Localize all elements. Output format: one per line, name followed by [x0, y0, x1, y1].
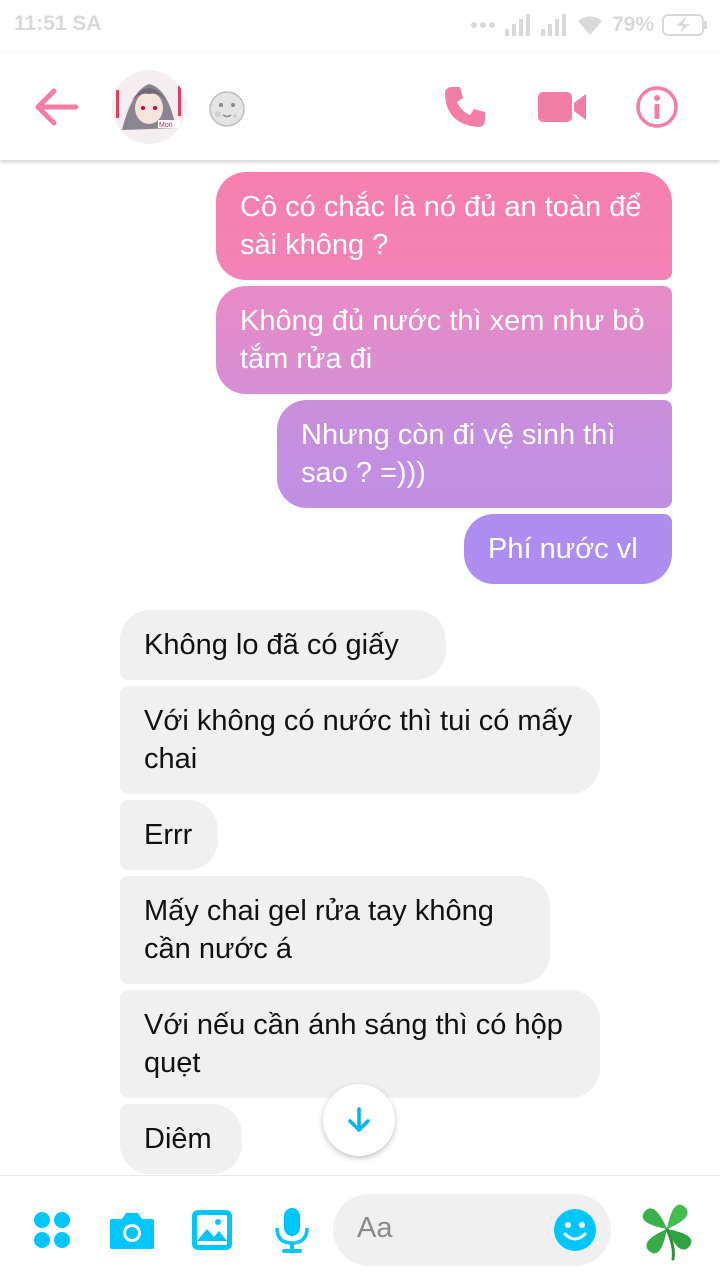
moon-emoji-icon [208, 90, 246, 128]
svg-text:Mon: Mon [159, 122, 173, 129]
message-outgoing[interactable]: Phí nước vl [464, 514, 672, 584]
arrow-left-icon [35, 88, 79, 126]
message-list[interactable]: Cô có chắc là nó đủ an toàn để sài không… [0, 160, 720, 1175]
emoji-button[interactable] [553, 1208, 597, 1252]
avatar[interactable]: Mon [112, 70, 186, 144]
microphone-icon [275, 1208, 309, 1253]
message-incoming[interactable]: Errr [120, 800, 218, 870]
phone-icon [445, 87, 485, 127]
battery-percent: 79% [611, 13, 654, 36]
status-bar: 11:51 SA 79% [0, 0, 720, 52]
composer-bar: Aa [0, 1175, 720, 1280]
message-outgoing[interactable]: Không đủ nước thì xem như bỏ tắm rửa đi [216, 286, 672, 394]
status-time: 11:51 SA [14, 12, 102, 35]
battery-charging-icon [662, 14, 707, 36]
voice-button[interactable] [268, 1206, 316, 1254]
message-input-placeholder: Aa [357, 1212, 393, 1244]
message-incoming[interactable]: Không lo đã có giấy [120, 610, 446, 680]
video-call-button[interactable] [534, 82, 590, 132]
wifi-icon [577, 16, 602, 35]
scroll-to-bottom-button[interactable] [323, 1084, 395, 1156]
message-incoming[interactable]: Với nếu cần ánh sáng thì có hộp quẹt [120, 990, 600, 1098]
camera-button[interactable] [108, 1206, 156, 1254]
info-button[interactable] [630, 80, 684, 134]
more-dots-icon [470, 22, 495, 28]
message-input[interactable]: Aa [333, 1194, 611, 1266]
video-camera-icon [538, 92, 586, 122]
apps-button[interactable] [28, 1206, 76, 1254]
camera-icon [110, 1213, 154, 1249]
message-outgoing[interactable]: Cô có chắc là nó đủ an toàn để sài không… [216, 172, 672, 280]
signal-icon [504, 14, 530, 36]
back-button[interactable] [28, 82, 84, 132]
clover-icon [642, 1204, 692, 1261]
arrow-down-icon [348, 1107, 370, 1132]
chat-header: Mon [0, 52, 720, 160]
quick-reaction-button[interactable] [634, 1196, 700, 1262]
call-button[interactable] [438, 80, 492, 134]
message-incoming[interactable]: Diêm [120, 1104, 242, 1174]
status-indicators: 79% [470, 10, 708, 40]
signal-icon [540, 14, 566, 36]
emoji-icon [554, 1209, 596, 1251]
gallery-button[interactable] [188, 1206, 236, 1254]
info-icon [636, 86, 678, 128]
apps-icon [34, 1212, 70, 1248]
message-incoming[interactable]: Mấy chai gel rửa tay không cần nước á [120, 876, 550, 984]
message-outgoing[interactable]: Nhưng còn đi vệ sinh thì sao ? =))) [277, 400, 672, 508]
gallery-icon [192, 1210, 232, 1250]
message-incoming[interactable]: Với không có nước thì tui có mấy chai [120, 686, 600, 794]
